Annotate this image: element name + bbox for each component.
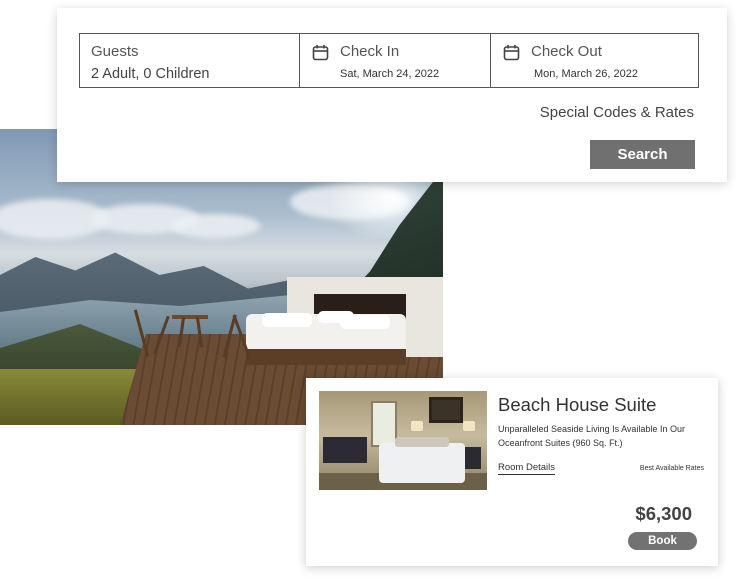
booking-widget: Guests 2 Adult, 0 Children Check In Sat,…: [57, 8, 727, 182]
pillow: [262, 313, 312, 327]
lamp: [463, 421, 475, 431]
check-out-date: Mon, March 26, 2022: [534, 68, 638, 80]
bistro-table: [172, 315, 208, 319]
room-card: Beach House Suite Unparalleled Seaside L…: [306, 378, 718, 566]
search-button[interactable]: Search: [590, 140, 695, 169]
room-pillows: [395, 437, 449, 447]
room-bed: [379, 443, 465, 483]
room-mirror: [429, 397, 463, 423]
room-price: $6,300: [635, 503, 692, 524]
guests-value: 2 Adult, 0 Children: [91, 66, 210, 82]
bed-base: [246, 349, 406, 365]
cloud: [170, 214, 260, 238]
calendar-icon: [503, 45, 520, 61]
lamp: [411, 421, 423, 431]
check-out-label: Check Out: [531, 43, 602, 60]
guests-field[interactable]: Guests 2 Adult, 0 Children: [79, 33, 300, 88]
pillow: [340, 315, 390, 329]
room-details-link[interactable]: Room Details: [498, 462, 556, 475]
room-description: Unparalleled Seaside Living Is Available…: [498, 424, 685, 448]
room-title: Beach House Suite: [498, 394, 657, 415]
guests-label: Guests: [91, 43, 139, 60]
room-window: [371, 401, 397, 447]
best-rates-label: Best Available Rates: [639, 465, 704, 472]
calendar-icon: [312, 45, 329, 61]
dresser: [323, 437, 367, 463]
check-out-field[interactable]: Check Out Mon, March 26, 2022: [490, 33, 699, 88]
book-button[interactable]: Book: [628, 532, 697, 550]
room-photo: [319, 391, 487, 490]
check-in-field[interactable]: Check In Sat, March 24, 2022: [299, 33, 491, 88]
check-in-label: Check In: [340, 43, 400, 60]
special-codes-link[interactable]: Special Codes & Rates: [540, 104, 694, 121]
check-in-date: Sat, March 24, 2022: [340, 68, 440, 80]
